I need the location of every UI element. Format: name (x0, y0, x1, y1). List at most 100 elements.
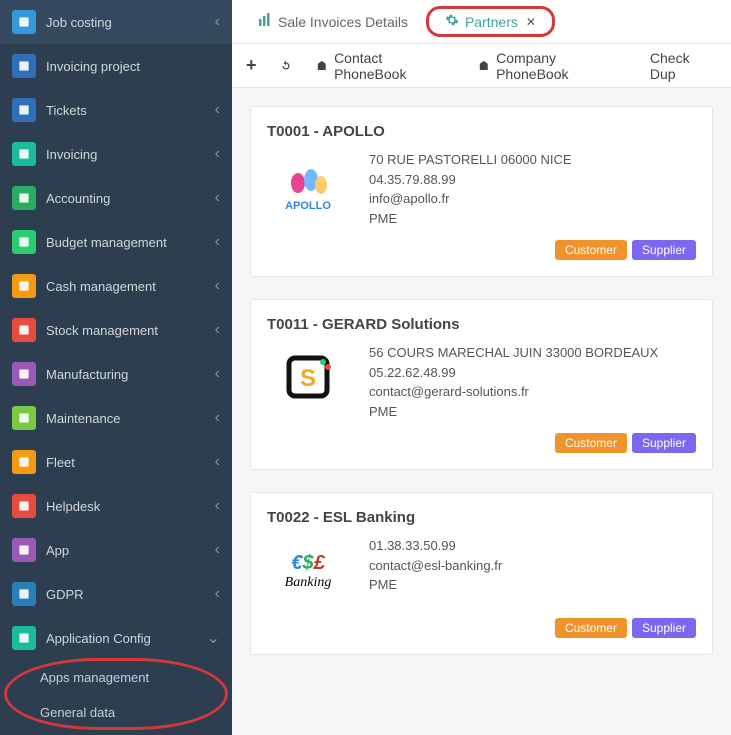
detail-line: contact@esl-banking.fr (369, 556, 696, 576)
tab-sale-invoices[interactable]: Sale Invoices Details (246, 7, 420, 36)
detail-line: PME (369, 209, 696, 229)
partner-card[interactable]: T0001 - APOLLO APOLLO 70 RUE PASTORELLI 06… (250, 106, 713, 277)
chart-icon (258, 13, 272, 30)
life-icon (12, 494, 36, 518)
chevron-icon: ‹ (215, 101, 220, 119)
sidebar-sub-label: General data (40, 705, 115, 720)
partner-logo: €$£Banking (267, 536, 349, 606)
sidebar-item-label: Budget management (46, 235, 215, 250)
badge-customer: Customer (555, 240, 627, 260)
chevron-icon: ‹ (215, 321, 220, 339)
edit-icon (12, 538, 36, 562)
sidebar-item-label: Job costing (46, 15, 215, 30)
gears-icon (12, 362, 36, 386)
chevron-icon: ‹ (215, 277, 220, 295)
sidebar-item-manufacturing[interactable]: Manufacturing‹ (0, 352, 232, 396)
refresh-button[interactable] (279, 59, 293, 73)
chevron-icon: ‹ (215, 145, 220, 163)
detail-line: 05.22.62.48.99 (369, 363, 696, 383)
sidebar-item-app[interactable]: App‹ (0, 528, 232, 572)
badge-customer: Customer (555, 618, 627, 638)
sidebar-item-job-costing[interactable]: Job costing‹ (0, 0, 232, 44)
sidebar-sub-general-data[interactable]: General data (0, 695, 232, 730)
detail-line: contact@gerard-solutions.fr (369, 382, 696, 402)
badge-row: CustomerSupplier (267, 433, 696, 453)
close-icon[interactable]: ✕ (526, 15, 536, 29)
sidebar-item-label: Invoicing project (46, 59, 220, 74)
partner-details: 01.38.33.50.99contact@esl-banking.frPME (369, 536, 696, 606)
detail-line: 01.38.33.50.99 (369, 536, 696, 556)
sidebar-item-label: Invoicing (46, 147, 215, 162)
chevron-icon: ⌄ (207, 628, 220, 648)
briefcase-icon (12, 10, 36, 34)
sidebar-item-label: Helpdesk (46, 499, 215, 514)
sidebar-item-label: Tickets (46, 103, 215, 118)
tab-partners[interactable]: Partners ✕ (426, 6, 555, 37)
card-title: T0022 - ESL Banking (267, 509, 696, 526)
sidebar-item-tickets[interactable]: Tickets‹ (0, 88, 232, 132)
sidebar: Job costing‹Invoicing projectTickets‹Inv… (0, 0, 232, 735)
sidebar-item-budget-management[interactable]: Budget management‹ (0, 220, 232, 264)
main-area: Sale Invoices Details Partners ✕ + Conta… (232, 0, 731, 735)
doc-icon (12, 142, 36, 166)
detail-line: PME (369, 402, 696, 422)
toolbar: + Contact PhoneBook Company PhoneBook Ch… (232, 44, 731, 88)
sidebar-item-label: Maintenance (46, 411, 215, 426)
chevron-icon: ‹ (215, 453, 220, 471)
partner-details: 70 RUE PASTORELLI 06000 NICE04.35.79.88.… (369, 150, 696, 228)
detail-line: info@apollo.fr (369, 189, 696, 209)
ticket-icon (12, 98, 36, 122)
chevron-icon: ‹ (215, 189, 220, 207)
gear-icon (445, 13, 459, 30)
sidebar-item-application-config[interactable]: Application Config⌄ (0, 616, 232, 660)
card-title: T0001 - APOLLO (267, 123, 696, 140)
sidebar-item-maintenance[interactable]: Maintenance‹ (0, 396, 232, 440)
sidebar-item-accounting[interactable]: Accounting‹ (0, 176, 232, 220)
sidebar-item-invoicing[interactable]: Invoicing‹ (0, 132, 232, 176)
cash-icon (12, 274, 36, 298)
sidebar-item-helpdesk[interactable]: Helpdesk‹ (0, 484, 232, 528)
chevron-icon: ‹ (215, 409, 220, 427)
sidebar-item-stock-management[interactable]: Stock management‹ (0, 308, 232, 352)
sidebar-item-label: Stock management (46, 323, 215, 338)
sidebar-sub-apps-management[interactable]: Apps management (0, 660, 232, 695)
partner-card[interactable]: T0022 - ESL Banking €$£Banking 01.38.33.50… (250, 492, 713, 655)
sidebar-item-label: GDPR (46, 587, 215, 602)
sidebar-item-label: Fleet (46, 455, 215, 470)
sidebar-item-label: Application Config (46, 631, 207, 646)
contact-phonebook-button[interactable]: Contact PhoneBook (315, 50, 455, 82)
badge-row: CustomerSupplier (267, 618, 696, 638)
partner-logo: APOLLO (267, 150, 349, 220)
partner-card[interactable]: T0011 - GERARD Solutions S 56 COURS MARECH… (250, 299, 713, 470)
badge-customer: Customer (555, 433, 627, 453)
sidebar-sub-referential[interactable]: Referential⌄ (0, 730, 232, 735)
detail-line: 04.35.79.88.99 (369, 170, 696, 190)
chevron-icon: ‹ (215, 13, 220, 31)
chevron-icon: ‹ (215, 497, 220, 515)
add-button[interactable]: + (246, 55, 257, 76)
chevron-icon: ‹ (215, 585, 220, 603)
tab-label: Partners (465, 14, 518, 30)
partner-list: T0001 - APOLLO APOLLO 70 RUE PASTORELLI 06… (232, 88, 731, 735)
sidebar-sub-label: Apps management (40, 670, 149, 685)
sidebar-item-label: Cash management (46, 279, 215, 294)
sidebar-item-fleet[interactable]: Fleet‹ (0, 440, 232, 484)
gear-icon (12, 626, 36, 650)
chevron-icon: ‹ (215, 365, 220, 383)
doc-icon (12, 54, 36, 78)
card-title: T0011 - GERARD Solutions (267, 316, 696, 333)
detail-line: 56 COURS MARECHAL JUIN 33000 BORDEAUX (369, 343, 696, 363)
sidebar-item-invoicing-project[interactable]: Invoicing project (0, 44, 232, 88)
detail-line: 70 RUE PASTORELLI 06000 NICE (369, 150, 696, 170)
svg-text:S: S (300, 365, 316, 392)
sidebar-item-cash-management[interactable]: Cash management‹ (0, 264, 232, 308)
sidebar-item-label: Manufacturing (46, 367, 215, 382)
company-phonebook-button[interactable]: Company PhoneBook (477, 50, 628, 82)
badge-supplier: Supplier (632, 240, 696, 260)
sidebar-item-gdpr[interactable]: GDPR‹ (0, 572, 232, 616)
chevron-icon: ‹ (215, 233, 220, 251)
badge-supplier: Supplier (632, 618, 696, 638)
check-dup-button[interactable]: Check Dup (650, 50, 717, 82)
badge-row: CustomerSupplier (267, 240, 696, 260)
sidebar-item-label: App (46, 543, 215, 558)
